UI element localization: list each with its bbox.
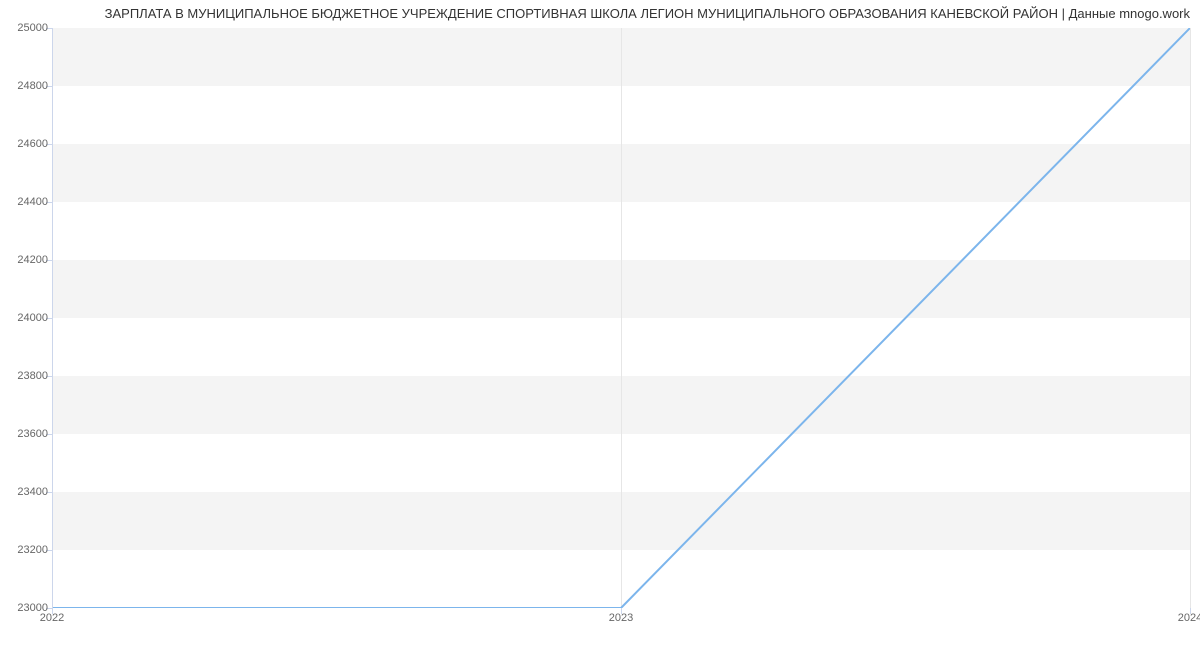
y-tick-label: 25000: [4, 22, 48, 34]
y-tick-label: 23200: [4, 544, 48, 556]
plot-area: [52, 28, 1190, 608]
x-tick-label: 2022: [40, 612, 64, 624]
y-tick-label: 24000: [4, 312, 48, 324]
chart-title: ЗАРПЛАТА В МУНИЦИПАЛЬНОЕ БЮДЖЕТНОЕ УЧРЕЖ…: [0, 6, 1190, 21]
y-tick-label: 24400: [4, 196, 48, 208]
y-tick-label: 23400: [4, 486, 48, 498]
y-tick-label: 23600: [4, 428, 48, 440]
y-axis-line: [52, 28, 53, 608]
y-tick-label: 23800: [4, 370, 48, 382]
chart-container: ЗАРПЛАТА В МУНИЦИПАЛЬНОЕ БЮДЖЕТНОЕ УЧРЕЖ…: [0, 0, 1200, 650]
x-tick-label: 2023: [609, 612, 633, 624]
y-tick-label: 24600: [4, 138, 48, 150]
y-tick-label: 24200: [4, 254, 48, 266]
grid-line-vertical: [621, 28, 622, 608]
y-tick-label: 24800: [4, 80, 48, 92]
grid-line-vertical: [1190, 28, 1191, 608]
x-tick-label: 2024: [1178, 612, 1200, 624]
